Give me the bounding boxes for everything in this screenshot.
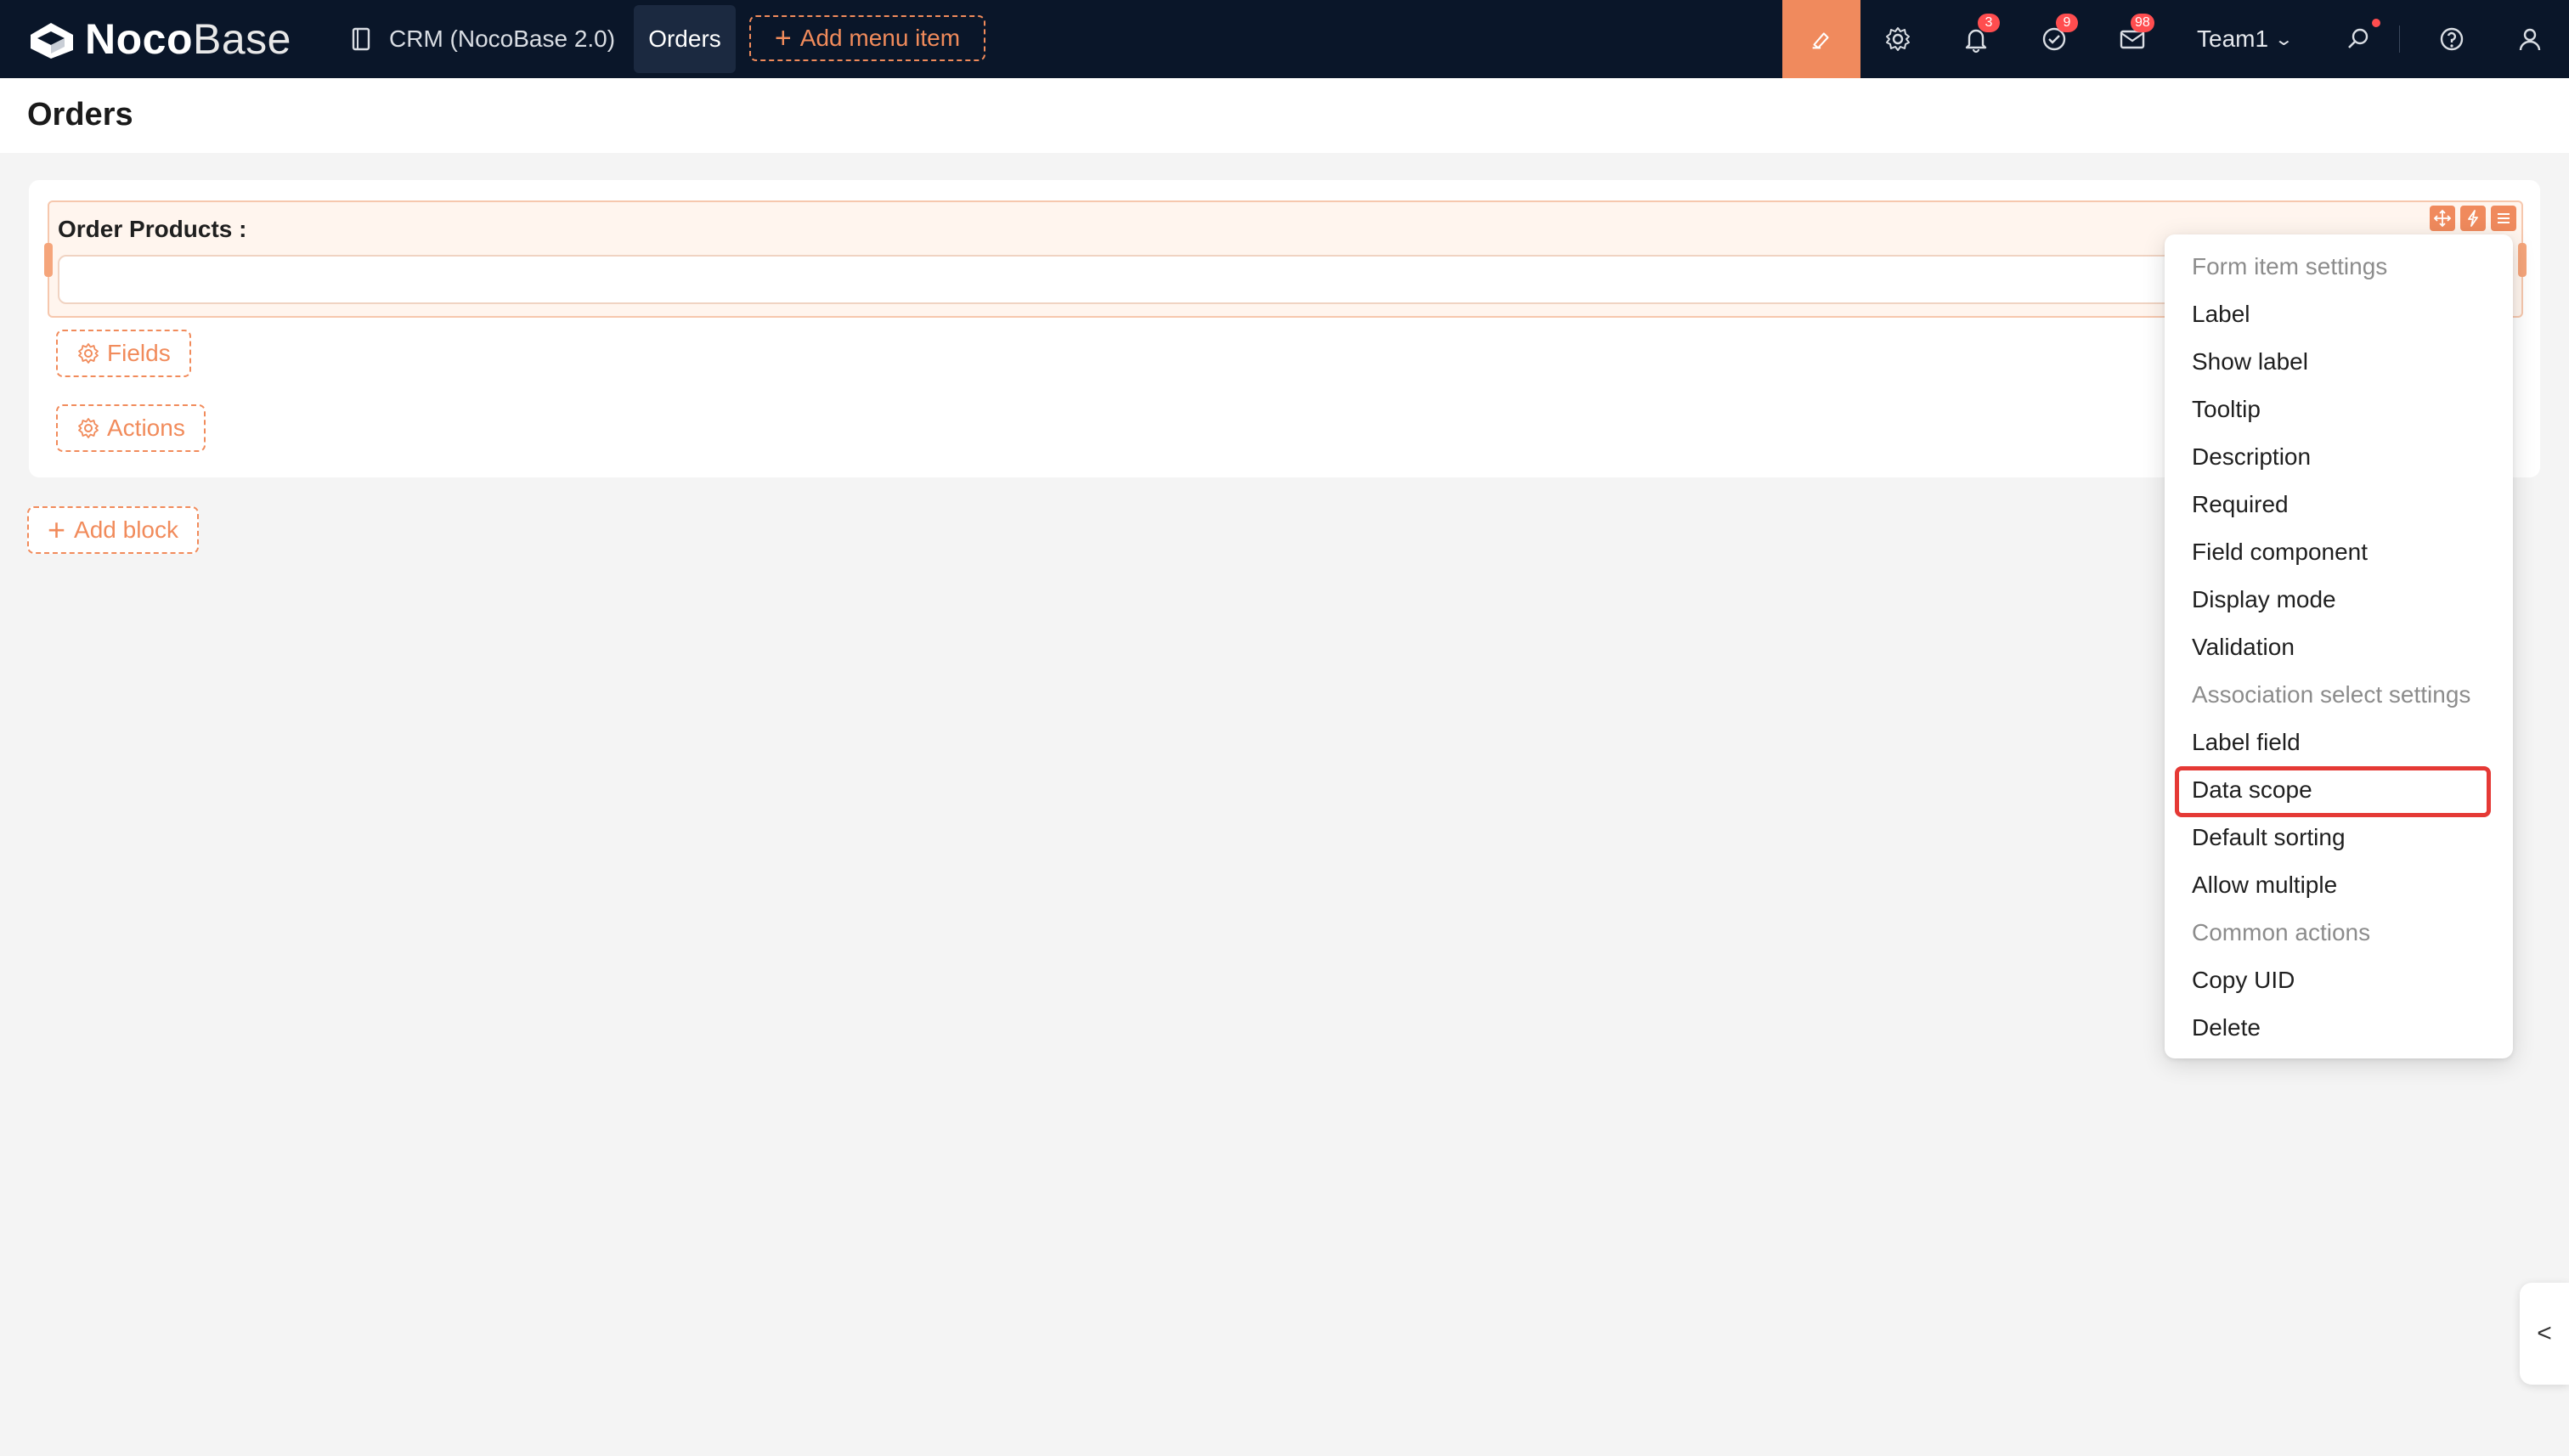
page-title: Orders [27, 97, 133, 133]
help-circle-icon [2440, 27, 2464, 51]
menu-item-allow-multiple[interactable]: Allow multiple [2192, 861, 2498, 909]
move-icon[interactable] [2430, 206, 2455, 231]
drag-handle-left[interactable] [44, 243, 53, 277]
app-logo[interactable]: NocoBase [25, 15, 291, 63]
menu-item-default-sorting[interactable]: Default sorting [2192, 814, 2498, 861]
menu-item-orders[interactable]: Orders [634, 5, 736, 73]
top-nav-bar: NocoBase CRM (NocoBase 2.0) Orders + Add… [0, 0, 2569, 78]
fields-button-label: Fields [107, 340, 171, 366]
user-menu-button[interactable] [2513, 22, 2547, 56]
menu-item-validation[interactable]: Validation [2192, 624, 2498, 671]
menu-item-crm[interactable]: CRM (NocoBase 2.0) [352, 15, 615, 63]
menu-item-tooltip[interactable]: Tooltip [2192, 386, 2498, 433]
configure-fields-button[interactable]: Fields [56, 330, 191, 377]
gear-icon [1886, 27, 1910, 51]
inbox-button[interactable]: 98 [2115, 14, 2154, 56]
drag-handle-right[interactable] [2518, 243, 2527, 277]
menu-item-description[interactable]: Description [2192, 433, 2498, 481]
add-block-label: Add block [74, 516, 178, 543]
configure-actions-button[interactable]: Actions [56, 404, 206, 452]
help-button[interactable] [2435, 22, 2469, 56]
tasks-badge: 9 [2056, 14, 2078, 32]
form-item-order-products[interactable]: Order Products : [44, 200, 2527, 318]
add-menu-item-label: Add menu item [799, 25, 961, 51]
notifications-button[interactable]: 3 [1959, 14, 2000, 56]
form-item-toolbar [2430, 206, 2516, 231]
menu-item-show-label[interactable]: Show label [2192, 338, 2498, 386]
tasks-button[interactable]: 9 [2037, 14, 2078, 56]
menu-icon[interactable] [2491, 206, 2516, 231]
menu-group-form-item-settings: Form item settings [2192, 253, 2388, 279]
menu-item-copy-uid[interactable]: Copy UID [2192, 957, 2498, 1004]
logo-wordmark: NocoBase [85, 15, 291, 63]
notifications-badge: 3 [1978, 14, 2000, 32]
menu-item-display-mode[interactable]: Display mode [2192, 576, 2498, 624]
gear-icon [78, 343, 99, 364]
side-panel-toggle[interactable]: < [2520, 1283, 2569, 1385]
plus-icon: + [48, 512, 66, 547]
actions-button-label: Actions [107, 415, 185, 441]
topbar-divider [2399, 25, 2400, 53]
unread-dot [2372, 19, 2380, 27]
menu-item-label-field[interactable]: Label field [2192, 719, 2498, 766]
menu-group-association-select-settings: Association select settings [2192, 681, 2471, 708]
form-block: Order Products : Fields Actions [29, 180, 2540, 477]
chevron-down-icon: ⌄ [2273, 30, 2295, 49]
add-block-button[interactable]: + Add block [27, 506, 199, 554]
ui-editor-toggle-button[interactable] [1782, 0, 1860, 78]
menu-item-delete[interactable]: Delete [2192, 1004, 2498, 1052]
inbox-badge: 98 [2131, 14, 2154, 32]
highlighter-icon [1812, 32, 1829, 49]
user-icon [2519, 28, 2541, 51]
add-menu-item-button[interactable]: + Add menu item [749, 15, 985, 61]
team-switcher[interactable]: Team1 ⌄ [2197, 20, 2295, 58]
menu-item-required[interactable]: Required [2192, 481, 2498, 528]
menu-group-common-actions: Common actions [2192, 919, 2371, 945]
search-button[interactable] [2341, 19, 2380, 56]
menu-item-label[interactable]: Label [2192, 291, 2498, 338]
plus-icon: + [774, 22, 792, 54]
nocobase-logo-icon [31, 23, 73, 59]
page-header: Orders [0, 78, 2569, 153]
team-name: Team1 [2197, 25, 2269, 52]
menu-item-label: Orders [648, 25, 721, 52]
menu-item-field-component[interactable]: Field component [2192, 528, 2498, 576]
settings-button[interactable] [1881, 22, 1915, 56]
gear-icon [78, 418, 99, 438]
field-label: Order Products : [58, 216, 247, 242]
book-icon [352, 27, 370, 51]
chevron-left-icon: < [2537, 1319, 2552, 1347]
lightning-icon[interactable] [2460, 206, 2486, 231]
form-item-settings-menu: Form item settings Label Show label Tool… [2165, 234, 2513, 1058]
search-icon [2348, 28, 2369, 48]
order-products-select-input[interactable] [58, 255, 2513, 304]
menu-item-label: CRM (NocoBase 2.0) [389, 25, 616, 52]
menu-item-data-scope[interactable]: Data scope [2192, 766, 2498, 814]
